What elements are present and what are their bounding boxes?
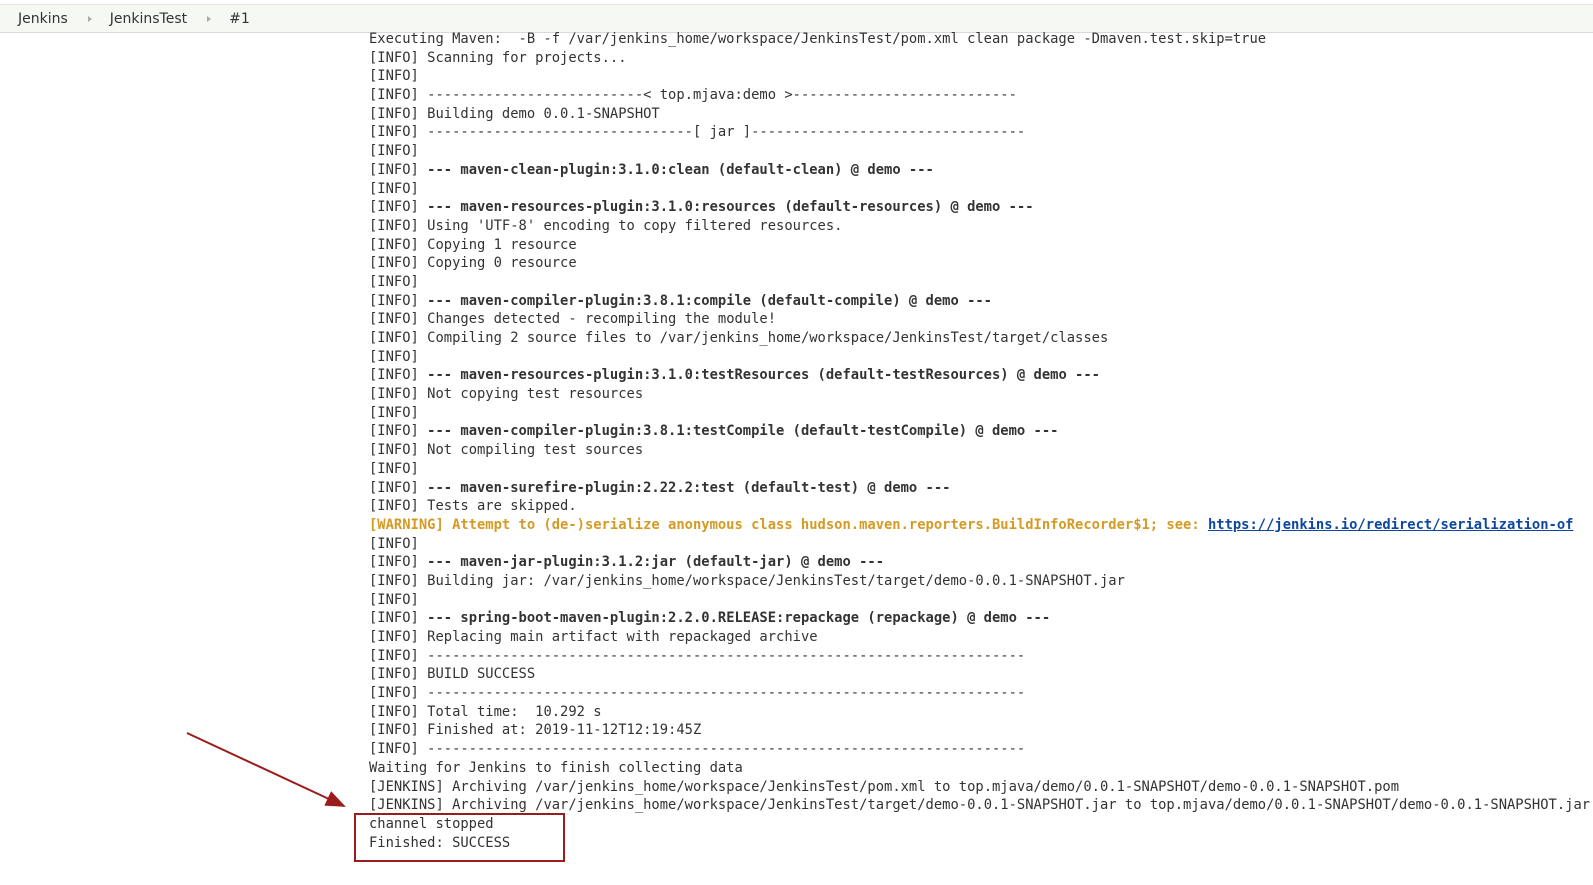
console-line: [INFO] Compiling 2 source files to /var/… <box>369 329 1593 348</box>
console-line: [INFO] <box>369 180 1593 199</box>
console-line: [INFO] Copying 1 resource <box>369 236 1593 255</box>
console-line: [INFO] --- maven-compiler-plugin:3.8.1:t… <box>369 422 1593 441</box>
console-line: [INFO] --- maven-resources-plugin:3.1.0:… <box>369 366 1593 385</box>
line-text: --- maven-compiler-plugin:3.8.1:compile … <box>427 292 992 309</box>
console-line: [INFO] BUILD SUCCESS <box>369 665 1593 684</box>
console-line: [INFO] <box>369 404 1593 423</box>
console-line: [INFO] --- maven-jar-plugin:3.1.2:jar (d… <box>369 553 1593 572</box>
line-text: Finished at: 2019-11-12T12:19:45Z <box>427 722 702 739</box>
line-text: Archiving /var/jenkins_home/workspace/Je… <box>452 797 1591 814</box>
line-text: Tests are skipped. <box>427 498 577 515</box>
line-text: Not copying test resources <box>427 386 644 403</box>
console-line: [INFO] <box>369 591 1593 610</box>
line-text: [WARNING] Attempt to (de-)serialize anon… <box>369 516 1208 533</box>
console-line: [INFO] <box>369 460 1593 479</box>
line-text: Building demo 0.0.1-SNAPSHOT <box>427 105 660 122</box>
line-text: Executing Maven: -B -f /var/jenkins_home… <box>369 31 1267 47</box>
console-line: Waiting for Jenkins to finish collecting… <box>369 759 1593 778</box>
line-text: Total time: 10.292 s <box>427 703 602 720</box>
console-line: [INFO] <box>369 535 1593 554</box>
console-line: [INFO] --------------------------------[… <box>369 123 1593 142</box>
line-text: ----------------------------------------… <box>427 647 1026 664</box>
line-text: --- maven-resources-plugin:3.1.0:testRes… <box>427 367 1100 384</box>
line-text: Archiving /var/jenkins_home/workspace/Je… <box>452 778 1400 795</box>
line-text: Not compiling test sources <box>427 442 644 459</box>
console-line: Executing Maven: -B -f /var/jenkins_home… <box>369 30 1593 49</box>
line-text: ----------------------------------------… <box>427 741 1026 758</box>
console-line: [INFO] Finished at: 2019-11-12T12:19:45Z <box>369 721 1593 740</box>
console-line: [INFO] Replacing main artifact with repa… <box>369 628 1593 647</box>
console-line: [INFO] Scanning for projects... <box>369 49 1593 68</box>
console-line: [INFO] --------------------------< top.m… <box>369 86 1593 105</box>
serialization-doc-link[interactable]: https://jenkins.io/redirect/serializatio… <box>1208 517 1573 533</box>
line-text: ----------------------------------------… <box>427 685 1026 702</box>
console-line: [INFO] <box>369 142 1593 161</box>
line-text: BUILD SUCCESS <box>427 666 536 683</box>
line-text: --- maven-compiler-plugin:3.8.1:testComp… <box>427 423 1059 440</box>
console-line: [INFO] Total time: 10.292 s <box>369 703 1593 722</box>
line-text: Waiting for Jenkins to finish collecting… <box>369 759 743 776</box>
line-text: Copying 1 resource <box>427 236 577 253</box>
line-text: Compiling 2 source files to /var/jenkins… <box>427 330 1109 346</box>
console-line: [INFO] Using 'UTF-8' encoding to copy fi… <box>369 217 1593 236</box>
line-text: --- spring-boot-maven-plugin:2.2.0.RELEA… <box>427 610 1051 627</box>
line-text: Copying 0 resource <box>427 255 577 272</box>
annotation-highlight-box <box>354 813 565 862</box>
line-text: Scanning for projects... <box>427 49 627 66</box>
console-line: [INFO] Not compiling test sources <box>369 441 1593 460</box>
console-line: [INFO] Not copying test resources <box>369 385 1593 404</box>
console-line: [INFO] <box>369 67 1593 86</box>
line-text: Changes detected - recompiling the modul… <box>427 311 777 328</box>
console-line: [INFO] <box>369 273 1593 292</box>
console-line: [INFO] Changes detected - recompiling th… <box>369 310 1593 329</box>
console-line: [INFO] Building jar: /var/jenkins_home/w… <box>369 572 1593 591</box>
console-line: [INFO] Building demo 0.0.1-SNAPSHOT <box>369 105 1593 124</box>
console-line: [INFO] --- maven-clean-plugin:3.1.0:clea… <box>369 161 1593 180</box>
line-text: Using 'UTF-8' encoding to copy filtered … <box>427 217 843 234</box>
console-warning-line: [WARNING] Attempt to (de-)serialize anon… <box>369 516 1593 535</box>
annotation-arrow-icon <box>186 732 346 807</box>
console-output: Executing Maven: -B -f /var/jenkins_home… <box>369 30 1593 852</box>
console-line: [INFO] ---------------------------------… <box>369 740 1593 759</box>
line-text: --------------------------------[ jar ]-… <box>427 124 1026 141</box>
line-text: Building jar: /var/jenkins_home/workspac… <box>427 572 1125 589</box>
console-line: [INFO] --- maven-surefire-plugin:2.22.2:… <box>369 479 1593 498</box>
line-text: --------------------------< top.mjava:de… <box>427 87 1017 104</box>
console-line: [INFO] ---------------------------------… <box>369 647 1593 666</box>
line-text: --- maven-jar-plugin:3.1.2:jar (default-… <box>427 554 885 571</box>
console-line: [INFO] --- spring-boot-maven-plugin:2.2.… <box>369 609 1593 628</box>
console-line: [INFO] ---------------------------------… <box>369 684 1593 703</box>
line-text: --- maven-surefire-plugin:2.22.2:test (d… <box>427 479 951 496</box>
console-line: [INFO] --- maven-compiler-plugin:3.8.1:c… <box>369 292 1593 311</box>
console-line: [JENKINS] Archiving /var/jenkins_home/wo… <box>369 778 1593 797</box>
line-text: Replacing main artifact with repackaged … <box>427 629 818 645</box>
line-text: --- maven-clean-plugin:3.1.0:clean (defa… <box>427 161 934 178</box>
console-line: [INFO] <box>369 348 1593 367</box>
line-text: --- maven-resources-plugin:3.1.0:resourc… <box>427 199 1034 216</box>
console-line: [INFO] Tests are skipped. <box>369 497 1593 516</box>
console-line: [INFO] Copying 0 resource <box>369 254 1593 273</box>
console-line: [INFO] --- maven-resources-plugin:3.1.0:… <box>369 198 1593 217</box>
